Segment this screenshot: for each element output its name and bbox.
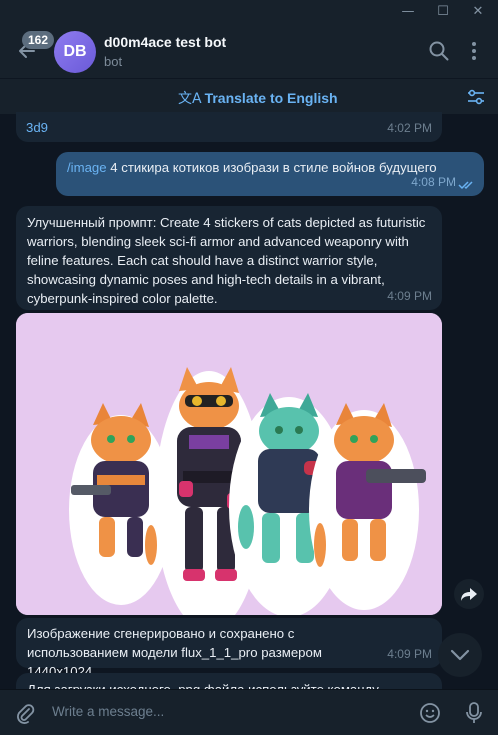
forward-icon [461, 588, 477, 601]
message-text: Улучшенный промпт: Create 4 stickers of … [27, 215, 426, 306]
chevron-down-icon [450, 649, 470, 661]
message-bubble-outgoing[interactable]: /image 4 стикира котиков изобрази в стил… [56, 152, 484, 196]
translate-button[interactable]: 文A Translate to English [178, 88, 338, 108]
forward-button[interactable] [454, 579, 484, 609]
message-bubble[interactable]: 3d9 4:02 PM [16, 112, 442, 142]
message-bubble[interactable]: Изображение сгенерировано и сохранено с … [16, 618, 442, 679]
message-text: 3d9 [26, 120, 49, 135]
message-time: 4:09 PM [387, 289, 432, 303]
attach-icon[interactable] [14, 702, 36, 724]
message-bubble[interactable]: Улучшенный промпт: Create 4 stickers of … [16, 206, 442, 310]
message-composer [0, 689, 498, 735]
translate-bar: 文A Translate to English [0, 78, 498, 114]
microphone-icon[interactable] [463, 701, 485, 725]
chat-status: bot [104, 54, 123, 69]
chat-title[interactable]: d00m4ace test bot [104, 34, 226, 50]
message-time: 4:09 PM [387, 647, 432, 661]
message-image[interactable] [16, 313, 442, 615]
translate-settings-icon[interactable] [466, 87, 486, 107]
message-body: 4 стикира котиков изобрази в стиле войно… [110, 160, 437, 175]
message-time: 4:08 PM [411, 175, 456, 189]
message-text: /image 4 стикира котиков изобрази в стил… [67, 158, 437, 177]
message-time: 4:02 PM [387, 121, 432, 135]
scroll-to-bottom-button[interactable] [438, 633, 482, 677]
window-titlebar: — ☐ ✕ [0, 0, 498, 24]
emoji-icon[interactable] [419, 702, 441, 724]
close-icon[interactable]: ✕ [468, 3, 488, 21]
translate-icon: 文A [178, 91, 202, 107]
maximize-icon[interactable]: ☐ [433, 3, 453, 21]
double-check-icon [458, 181, 473, 190]
translate-label: Translate to English [204, 90, 338, 106]
cyberpunk-cats-image [16, 313, 442, 615]
minimize-icon[interactable]: — [398, 3, 418, 21]
search-icon[interactable] [428, 40, 450, 62]
avatar[interactable]: DB [54, 31, 96, 73]
message-input[interactable] [52, 704, 392, 719]
chat-header: 162 DB d00m4ace test bot bot [0, 24, 498, 78]
more-options-icon[interactable] [463, 40, 485, 62]
bot-command-link[interactable]: /image [67, 160, 107, 175]
unread-count-badge: 162 [22, 31, 55, 49]
